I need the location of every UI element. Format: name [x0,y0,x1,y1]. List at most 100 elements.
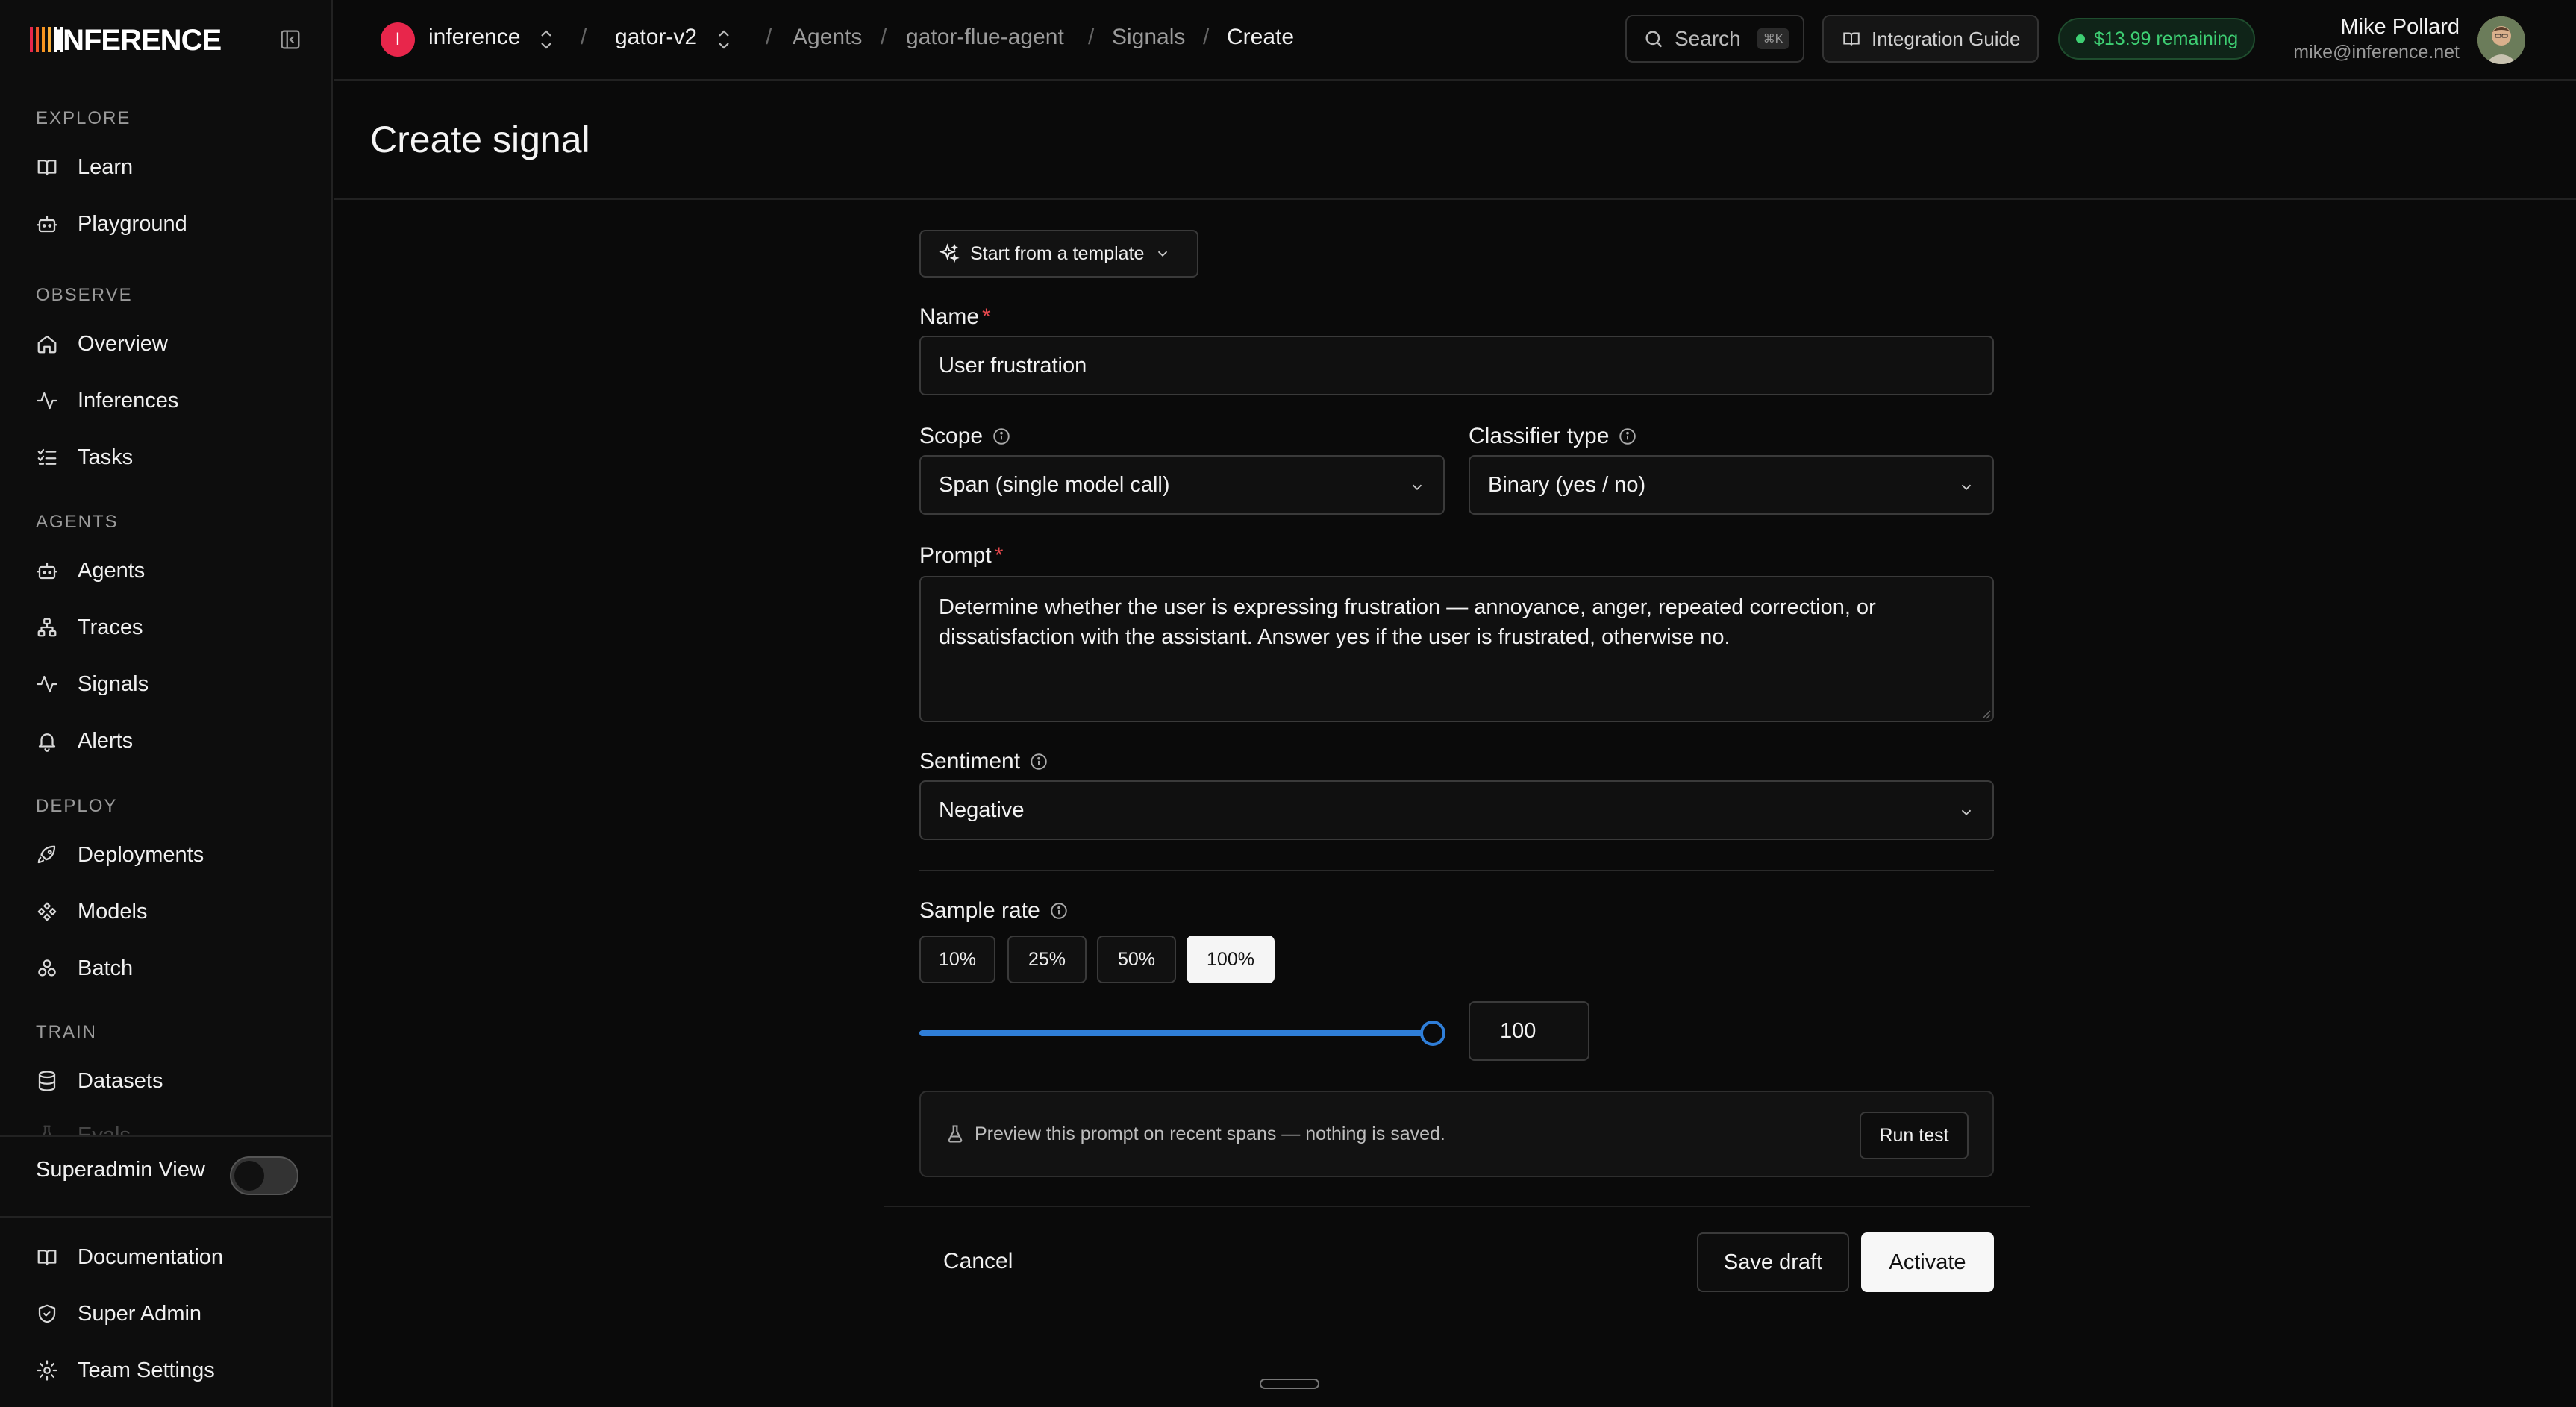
scope-label: Scope [919,424,1011,449]
sidebar-divider [0,1216,333,1218]
sidebar-item-inferences[interactable]: Inferences [18,377,315,424]
name-input[interactable]: User frustration [919,336,1994,395]
sample-rate-label: Sample rate [919,898,1069,924]
activate-button[interactable]: Activate [1861,1232,1994,1292]
breadcrumb-agents[interactable]: Agents [793,25,862,50]
sidebar-item-alerts[interactable]: Alerts [18,718,315,764]
sample-rate-option[interactable]: 10% [919,936,995,983]
user-avatar[interactable] [2477,16,2525,64]
section-divider [919,870,1994,871]
breadcrumb-signals[interactable]: Signals [1112,25,1185,50]
preview-text: Preview this prompt on recent spans — no… [975,1124,1445,1144]
bell-icon [38,733,56,752]
cancel-button[interactable]: Cancel [943,1249,1013,1274]
toggle-knob [234,1161,264,1191]
page-title: Create signal [370,119,590,160]
scope-select[interactable]: Span (single model call) [919,455,1445,515]
logo-text: INFERENCE [55,24,222,57]
scroll-indicator [1260,1379,1319,1389]
rocket-icon [37,845,56,864]
sidebar-item-label: Signals [78,671,149,696]
org-switcher[interactable]: inference [428,25,520,50]
sentiment-value: Negative [939,797,1025,822]
flask-icon [948,1125,963,1143]
info-icon[interactable] [1618,427,1637,446]
user-name[interactable]: Mike Pollard [2340,15,2460,40]
home-icon [37,335,57,354]
user-email[interactable]: mike@inference.net [2293,42,2460,63]
sidebar-item-batch[interactable]: Batch [18,945,315,991]
sidebar-divider [0,1135,333,1137]
search-shortcut: ⌘K [1757,28,1789,49]
sidebar-item-documentation[interactable]: Documentation [18,1234,315,1280]
scope-value: Span (single model call) [939,472,1170,497]
sidebar: INFERENCE EXPLORE Learn Playground OBSERVE O… [0,0,333,1407]
sidebar-item-label: Team Settings [78,1358,215,1382]
robot-icon [37,215,57,233]
logo-bar [48,27,51,52]
run-test-button[interactable]: Run test [1860,1112,1969,1159]
sidebar-item-learn[interactable]: Learn [18,144,315,190]
credit-badge[interactable]: $13.99 remaining [2058,18,2255,60]
classifier-label-text: Classifier type [1469,424,1610,448]
info-icon[interactable] [992,427,1011,446]
sidebar-item-super-admin[interactable]: Super Admin [18,1291,315,1337]
prompt-textarea[interactable]: Determine whether the user is expressing… [919,576,1994,722]
sidebar-item-signals[interactable]: Signals [18,661,315,707]
integration-guide-button[interactable]: Integration Guide [1822,15,2039,63]
sidebar-item-tasks[interactable]: Tasks [18,434,315,480]
sentiment-select[interactable]: Negative [919,780,1994,840]
sample-rate-option[interactable]: 100% [1187,936,1275,983]
sample-rate-option[interactable]: 50% [1097,936,1176,983]
sidebar-item-label: Learn [78,154,134,179]
classifier-type-select[interactable]: Binary (yes / no) [1469,455,1994,515]
sidebar-item-overview[interactable]: Overview [18,321,315,367]
sample-rate-slider[interactable] [919,1030,1433,1036]
sidebar-item-label: Overview [78,331,168,356]
logo-bar [36,27,39,52]
superadmin-toggle[interactable] [230,1156,298,1195]
sidebar-item-models[interactable]: Models [18,889,315,935]
org-avatar[interactable]: I [381,22,415,57]
book-icon [37,160,57,176]
sidebar-item-label: Evals [78,1124,131,1135]
sidebar-item-traces[interactable]: Traces [18,604,315,651]
breadcrumb-separator: / [766,25,772,49]
breadcrumb-separator: / [581,25,587,49]
footer-divider [884,1206,2030,1207]
gear-icon [37,1360,57,1381]
sidebar-item-evals[interactable]: Evals [18,1115,315,1135]
sidebar-item-playground[interactable]: Playground [18,201,315,247]
sample-rate-label-text: Sample rate [919,898,1040,923]
save-draft-button[interactable]: Save draft [1697,1232,1849,1292]
flask-icon [42,1125,52,1135]
sidebar-item-datasets[interactable]: Datasets [18,1058,315,1104]
name-label: Name * [919,304,991,330]
search-icon [1645,31,1663,48]
collapse-sidebar-button[interactable] [278,27,303,52]
sidebar-collapse-icon [281,30,300,49]
sidebar-item-team-settings[interactable]: Team Settings [18,1347,315,1394]
slider-thumb[interactable] [1420,1021,1445,1046]
project-switcher[interactable]: gator-v2 [615,25,697,50]
user-avatar-image [2477,16,2525,64]
section-label-observe: OBSERVE [36,285,133,305]
breadcrumb-agent[interactable]: gator-flue-agent [906,25,1064,50]
sidebar-item-label: Deployments [78,842,204,867]
activity-icon [37,392,57,410]
template-dropdown[interactable]: Start from a template [919,230,1198,278]
search-button[interactable]: Search ⌘K [1625,15,1804,63]
resize-handle-icon[interactable] [1979,707,1991,719]
updown-chevron-icon[interactable] [715,27,733,52]
logo[interactable]: INFERENCE [30,22,303,57]
sidebar-item-deployments[interactable]: Deployments [18,832,315,878]
updown-chevron-icon[interactable] [537,27,555,52]
sentiment-label-text: Sentiment [919,749,1021,774]
sample-rate-input[interactable]: 100 [1469,1001,1589,1061]
sidebar-item-agents[interactable]: Agents [18,548,315,594]
chevron-down-icon [1412,484,1422,491]
sample-rate-option[interactable]: 25% [1007,936,1087,983]
info-icon[interactable] [1029,752,1048,771]
scope-label-text: Scope [919,424,984,448]
info-icon[interactable] [1049,901,1069,921]
